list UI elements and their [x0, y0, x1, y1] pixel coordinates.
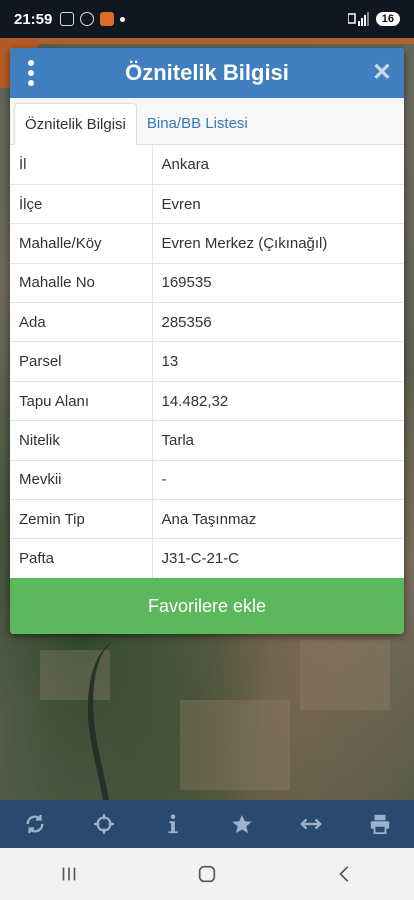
row-key: Zemin Tip [10, 499, 153, 540]
row-key: İlçe [10, 184, 153, 225]
close-icon[interactable]: ✕ [372, 58, 392, 87]
row-key: Mahalle No [10, 263, 153, 304]
row-key: İl [10, 145, 153, 185]
row-value: Tarla [152, 420, 404, 461]
row-value: 14.482,32 [152, 381, 404, 422]
table-row: Mahalle/Köy Evren Merkez (Çıkınağıl) [10, 223, 404, 264]
row-key: Mevkii [10, 460, 153, 501]
row-key: Nitelik [10, 420, 153, 461]
dialog-header: Öznitelik Bilgisi ✕ [10, 48, 404, 98]
back-icon[interactable] [315, 854, 375, 894]
star-icon[interactable] [225, 807, 259, 841]
bottom-toolbar [0, 800, 414, 848]
screenshot-icon [60, 12, 75, 26]
row-value: - [152, 460, 404, 501]
status-time: 21:59 [14, 10, 53, 28]
table-row: Mevkii - [10, 460, 404, 501]
attribute-dialog: Öznitelik Bilgisi ✕ Öznitelik Bilgisi Bi… [10, 48, 404, 634]
shield-icon [80, 12, 95, 26]
table-row: Tapu Alanı 14.482,32 [10, 381, 404, 422]
row-value: 285356 [152, 302, 404, 343]
row-value: 13 [152, 341, 404, 382]
app-notification-icon [100, 12, 115, 26]
more-options-icon[interactable] [28, 60, 36, 86]
table-row: İl Ankara [10, 145, 404, 185]
row-value: Ankara [152, 145, 404, 185]
measure-icon[interactable] [294, 807, 328, 841]
print-icon[interactable] [363, 807, 397, 841]
row-key: Pafta [10, 538, 153, 579]
table-row: Parsel 13 [10, 341, 404, 382]
recent-apps-icon[interactable] [39, 854, 99, 894]
map-field [180, 700, 290, 790]
attribute-table: İl Ankara İlçe Evren Mahalle/Köy Evren Merk… [10, 145, 404, 579]
info-icon[interactable] [156, 807, 190, 841]
row-value: Ana Taşınmaz [152, 499, 404, 540]
dialog-tabs: Öznitelik Bilgisi Bina/BB Listesi [10, 98, 404, 145]
table-row: Pafta J31-C-21-C [10, 538, 404, 579]
row-key: Tapu Alanı [10, 381, 153, 422]
row-key: Ada [10, 302, 153, 343]
dialog-title: Öznitelik Bilgisi [125, 60, 289, 85]
table-row: Ada 285356 [10, 302, 404, 343]
row-value: J31-C-21-C [152, 538, 404, 579]
system-nav-bar [0, 848, 414, 900]
status-bar: 21:59 16 [0, 0, 414, 38]
add-to-favorites-button[interactable]: Favorilere ekle [10, 578, 404, 634]
home-icon[interactable] [177, 854, 237, 894]
more-notifications-icon [120, 16, 126, 22]
map-field [300, 640, 390, 710]
table-row: Mahalle No 169535 [10, 263, 404, 304]
refresh-icon[interactable] [18, 807, 52, 841]
crosshair-icon[interactable] [87, 807, 121, 841]
signal-icon [347, 12, 369, 26]
row-key: Parsel [10, 341, 153, 382]
row-value: Evren [152, 184, 404, 225]
row-value: 169535 [152, 263, 404, 304]
battery-level: 16 [375, 12, 400, 26]
tab-attribute-info[interactable]: Öznitelik Bilgisi [14, 103, 137, 145]
row-value: Evren Merkez (Çıkınağıl) [152, 223, 404, 264]
table-row: Zemin Tip Ana Taşınmaz [10, 499, 404, 540]
tab-building-list[interactable]: Bina/BB Listesi [137, 102, 258, 144]
table-row: Nitelik Tarla [10, 420, 404, 461]
table-row: İlçe Evren [10, 184, 404, 225]
row-key: Mahalle/Köy [10, 223, 153, 264]
map-overlay-stripe [0, 38, 414, 44]
